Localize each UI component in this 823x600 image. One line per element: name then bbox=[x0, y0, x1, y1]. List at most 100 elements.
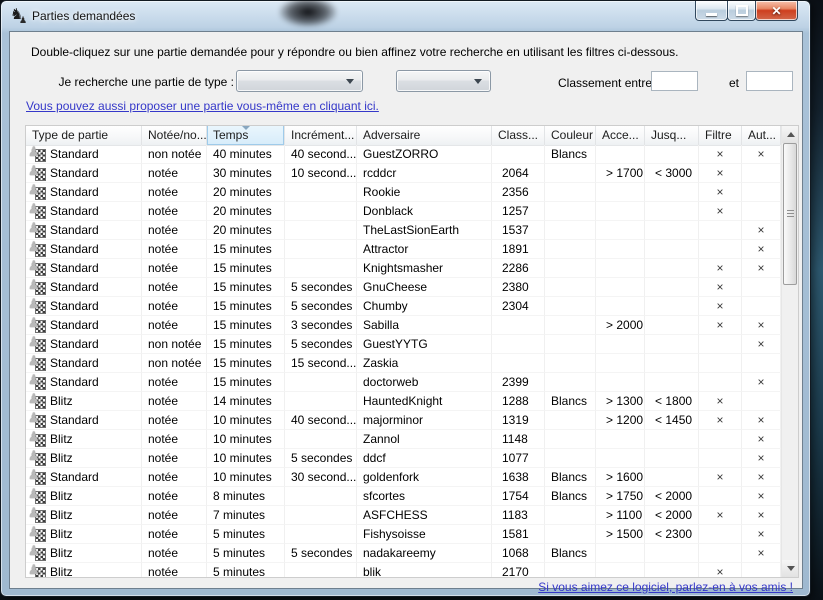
cell-6: Blancs bbox=[545, 468, 596, 487]
table-row[interactable]: ♟Standardnotée20 minutesTheLastSionEarth… bbox=[26, 221, 781, 240]
propose-game-link[interactable]: Vous pouvez aussi proposer une partie vo… bbox=[26, 99, 379, 113]
rating-min-input[interactable] bbox=[651, 71, 698, 91]
cell-4: majorminor bbox=[357, 411, 492, 430]
table-row[interactable]: ♟Blitznotée10 minutes5 secondesddcf1077× bbox=[26, 449, 781, 468]
column-header-2[interactable]: Temps bbox=[207, 126, 285, 145]
table-row[interactable]: ♟Standardnotée20 minutesRookie2356× bbox=[26, 183, 781, 202]
cell-9: × bbox=[699, 316, 742, 335]
cell-10: × bbox=[742, 430, 781, 449]
cell-5: 1148 bbox=[492, 430, 545, 449]
table-row[interactable]: ♟Blitznotée5 minutesblik2170× bbox=[26, 563, 781, 577]
cell-0: ♟Standard bbox=[26, 411, 142, 430]
titlebar-glass-reflection bbox=[279, 0, 337, 27]
minimize-button[interactable] bbox=[695, 1, 728, 21]
game-type-combobox[interactable] bbox=[236, 70, 363, 92]
cell-10: × bbox=[742, 525, 781, 544]
cell-0: ♟Standard bbox=[26, 316, 142, 335]
chevron-down-icon bbox=[346, 79, 354, 84]
cell-7 bbox=[596, 145, 645, 164]
table-row[interactable]: ♟Blitznotée8 minutessfcortes1754Blancs> … bbox=[26, 487, 781, 506]
maximize-button[interactable] bbox=[727, 1, 756, 21]
cell-4: GuestYYTG bbox=[357, 335, 492, 354]
cell-9: × bbox=[699, 563, 742, 577]
cell-9 bbox=[699, 335, 742, 354]
cell-6 bbox=[545, 221, 596, 240]
close-button[interactable]: ✕ bbox=[755, 1, 798, 21]
table-row[interactable]: ♟Standardnotée30 minutes10 second...rcdd… bbox=[26, 164, 781, 183]
game-type-icon: ♟ bbox=[30, 565, 46, 577]
cell-7 bbox=[596, 335, 645, 354]
table-row[interactable]: ♟Standardnon notée40 minutes40 second...… bbox=[26, 145, 781, 164]
cell-0: ♟Standard bbox=[26, 354, 142, 373]
table-row[interactable]: ♟Standardnotée15 minutes5 secondesGnuChe… bbox=[26, 278, 781, 297]
column-header-10[interactable]: Aut... bbox=[742, 126, 781, 145]
cell-10: × bbox=[742, 487, 781, 506]
cell-8: < 2300 bbox=[645, 525, 699, 544]
game-type-icon: ♟ bbox=[30, 337, 46, 351]
cell-7 bbox=[596, 202, 645, 221]
cell-8 bbox=[645, 354, 699, 373]
cell-8: < 2000 bbox=[645, 487, 699, 506]
table-row[interactable]: ♟Standardnotée20 minutesDonblack1257× bbox=[26, 202, 781, 221]
cell-1: notée bbox=[142, 202, 207, 221]
table-row[interactable]: ♟Standardnotée10 minutes40 second...majo… bbox=[26, 411, 781, 430]
table-row[interactable]: ♟Blitznotée7 minutesASFCHESS1183> 1100< … bbox=[26, 506, 781, 525]
column-header-1[interactable]: Notée/no... bbox=[142, 126, 207, 145]
cell-0: ♟Standard bbox=[26, 240, 142, 259]
title-bar[interactable]: ♞♟ Parties demandées ✕ bbox=[1, 1, 810, 31]
scrollbar-thumb[interactable] bbox=[783, 143, 797, 285]
table-row[interactable]: ♟Standardnon notée15 minutes5 secondesGu… bbox=[26, 335, 781, 354]
table-row[interactable]: ♟Standardnotée15 minutes3 secondesSabill… bbox=[26, 316, 781, 335]
cell-10: × bbox=[742, 316, 781, 335]
parties-demandees-window: ♞♟ Parties demandées ✕ Double-cliquez su… bbox=[0, 0, 811, 597]
cell-8 bbox=[645, 430, 699, 449]
column-header-3[interactable]: Incrément... bbox=[285, 126, 357, 145]
table-row[interactable]: ♟Standardnotée10 minutes30 second...gold… bbox=[26, 468, 781, 487]
column-header-9[interactable]: Filtre bbox=[699, 126, 742, 145]
cell-7 bbox=[596, 240, 645, 259]
scroll-down-button[interactable] bbox=[782, 560, 799, 577]
scroll-up-button[interactable] bbox=[782, 126, 799, 143]
cell-8 bbox=[645, 183, 699, 202]
column-header-5[interactable]: Class... bbox=[492, 126, 545, 145]
cell-4: Attractor bbox=[357, 240, 492, 259]
game-type-icon: ♟ bbox=[30, 489, 46, 503]
cell-10: × bbox=[742, 373, 781, 392]
column-header-0[interactable]: Type de partie bbox=[26, 126, 142, 145]
cell-8: < 1800 bbox=[645, 392, 699, 411]
table-row[interactable]: ♟Blitznotée14 minutesHauntedKnight1288Bl… bbox=[26, 392, 781, 411]
cell-10 bbox=[742, 183, 781, 202]
rating-max-input[interactable] bbox=[746, 71, 793, 91]
cell-2: 15 minutes bbox=[207, 278, 285, 297]
cell-0: ♟Blitz bbox=[26, 487, 142, 506]
cell-10 bbox=[742, 202, 781, 221]
table-row[interactable]: ♟Standardnotée15 minutes5 secondesChumby… bbox=[26, 297, 781, 316]
cell-2: 15 minutes bbox=[207, 240, 285, 259]
column-header-4[interactable]: Adversaire bbox=[357, 126, 492, 145]
table-row[interactable]: ♟Standardnon notée15 minutes15 second...… bbox=[26, 354, 781, 373]
cell-5 bbox=[492, 145, 545, 164]
table-row[interactable]: ♟Standardnotée15 minutesdoctorweb2399× bbox=[26, 373, 781, 392]
cell-1: notée bbox=[142, 221, 207, 240]
cell-3: 5 secondes bbox=[285, 297, 357, 316]
cell-1: non notée bbox=[142, 335, 207, 354]
game-type-icon: ♟ bbox=[30, 318, 46, 332]
cell-6 bbox=[545, 373, 596, 392]
cell-9: × bbox=[699, 145, 742, 164]
table-row[interactable]: ♟Blitznotée10 minutesZannol1148× bbox=[26, 430, 781, 449]
scrollbar-grip-icon bbox=[787, 210, 794, 218]
arrow-down-icon bbox=[787, 566, 795, 571]
column-header-8[interactable]: Jusq... bbox=[645, 126, 699, 145]
rating-range-et-label: et bbox=[729, 76, 739, 90]
cell-5: 2356 bbox=[492, 183, 545, 202]
cell-8: < 1450 bbox=[645, 411, 699, 430]
vertical-scrollbar[interactable] bbox=[781, 126, 798, 577]
table-row[interactable]: ♟Standardnotée15 minutesAttractor1891× bbox=[26, 240, 781, 259]
tell-your-friends-link[interactable]: Si vous aimez ce logiciel, parlez-en à v… bbox=[538, 580, 793, 594]
table-row[interactable]: ♟Blitznotée5 minutes5 secondesnadakareem… bbox=[26, 544, 781, 563]
column-header-7[interactable]: Acce... bbox=[596, 126, 645, 145]
secondary-filter-combobox[interactable] bbox=[396, 70, 491, 92]
column-header-6[interactable]: Couleur bbox=[545, 126, 596, 145]
table-row[interactable]: ♟Standardnotée15 minutesKnightsmasher228… bbox=[26, 259, 781, 278]
table-row[interactable]: ♟Blitznotée5 minutesFishysoisse1581> 150… bbox=[26, 525, 781, 544]
